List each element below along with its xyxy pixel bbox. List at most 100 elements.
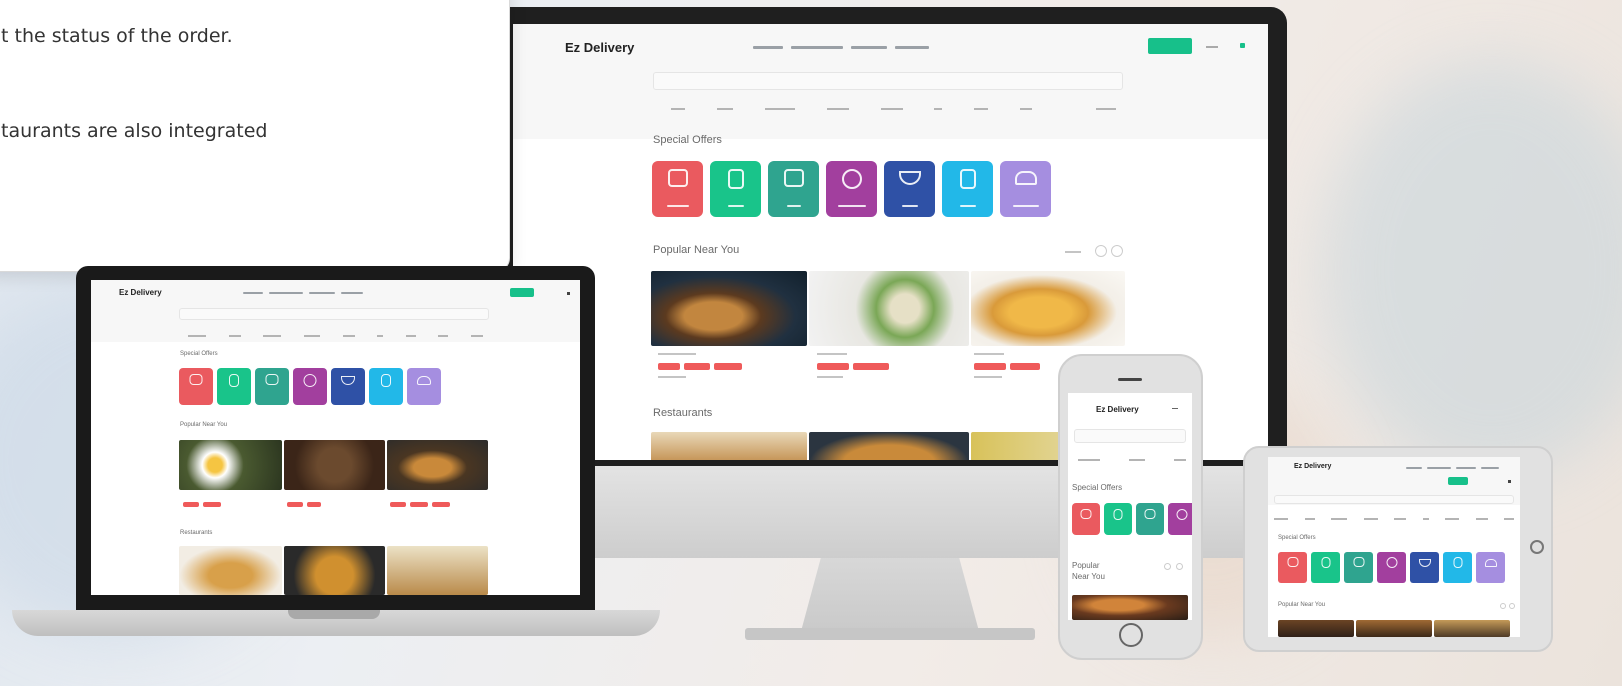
restaurant-image[interactable] <box>809 432 969 460</box>
next-arrow-icon[interactable] <box>1509 603 1515 609</box>
category-link[interactable] <box>1363 518 1378 520</box>
category-link[interactable] <box>377 335 384 337</box>
nav-link[interactable] <box>243 292 263 294</box>
tag-pill[interactable] <box>183 502 199 507</box>
food-image-stirfry[interactable] <box>284 440 385 490</box>
category-link[interactable] <box>1475 518 1488 520</box>
nav-link[interactable] <box>341 292 363 294</box>
tag-pill[interactable] <box>684 363 710 370</box>
offer-tile-drinks[interactable] <box>369 368 403 405</box>
category-link[interactable] <box>1394 518 1406 520</box>
category-link[interactable] <box>1129 459 1145 461</box>
tag-pill[interactable] <box>714 363 742 370</box>
offer-tile-deals[interactable] <box>768 161 819 217</box>
nav-link[interactable] <box>1481 467 1499 469</box>
tag-pill[interactable] <box>287 502 303 507</box>
prev-arrow-icon[interactable] <box>1500 603 1506 609</box>
cart-icon[interactable] <box>1508 480 1511 483</box>
restaurant-image[interactable] <box>651 432 807 460</box>
food-image[interactable] <box>1278 620 1354 637</box>
tag-pill[interactable] <box>410 502 428 507</box>
category-link[interactable] <box>880 108 903 110</box>
food-image[interactable] <box>1072 595 1188 620</box>
category-link[interactable] <box>1174 459 1186 461</box>
offer-tile-lunch[interactable] <box>1410 552 1439 583</box>
nav-link[interactable] <box>851 46 887 49</box>
next-arrow-icon[interactable] <box>1111 245 1123 257</box>
category-link[interactable] <box>1331 518 1347 520</box>
offer-tile-lunch[interactable] <box>884 161 935 217</box>
tag-pill[interactable] <box>432 502 450 507</box>
offer-tile-breakfast[interactable] <box>826 161 877 217</box>
offer-tile-deals[interactable] <box>1136 503 1164 535</box>
food-image-fries[interactable] <box>971 271 1125 346</box>
nav-link[interactable] <box>753 46 783 49</box>
offer-tile-deals[interactable] <box>255 368 289 405</box>
nav-link[interactable] <box>1427 467 1451 469</box>
cart-icon[interactable] <box>567 292 570 295</box>
nav-link[interactable] <box>309 292 335 294</box>
brand-logo[interactable]: Ez Delivery <box>119 288 162 297</box>
offer-tile-breakfast[interactable] <box>1377 552 1406 583</box>
offer-tile-breakfast[interactable] <box>293 368 327 405</box>
category-link[interactable] <box>1020 108 1033 110</box>
signin-button[interactable] <box>1448 477 1468 485</box>
category-link[interactable] <box>342 335 355 337</box>
food-image[interactable] <box>1356 620 1432 637</box>
offer-tile-lunch[interactable] <box>331 368 365 405</box>
tag-pill[interactable] <box>390 502 406 507</box>
menu-icon[interactable] <box>1172 408 1178 409</box>
food-image-salad[interactable] <box>809 271 969 346</box>
brand-logo[interactable]: Ez Delivery <box>565 40 634 55</box>
category-link[interactable] <box>188 335 206 337</box>
next-arrow-icon[interactable] <box>1176 563 1183 570</box>
tag-pill[interactable] <box>817 363 849 370</box>
category-link[interactable] <box>1445 518 1459 520</box>
search-input[interactable] <box>1074 429 1186 443</box>
prev-arrow-icon[interactable] <box>1164 563 1171 570</box>
offer-tile-delivery[interactable] <box>652 161 703 217</box>
offer-tile-delivery[interactable] <box>1072 503 1100 535</box>
category-link[interactable] <box>471 335 483 337</box>
tag-pill[interactable] <box>307 502 321 507</box>
signin-button[interactable] <box>1148 38 1192 54</box>
tag-pill[interactable] <box>203 502 221 507</box>
offer-tile-pickup[interactable] <box>1104 503 1132 535</box>
offer-tile-fastfood[interactable] <box>1000 161 1051 217</box>
offer-tile-deals[interactable] <box>1344 552 1373 583</box>
cart-icon[interactable] <box>1240 43 1245 48</box>
signin-button[interactable] <box>510 288 534 297</box>
tag-pill[interactable] <box>1010 363 1040 370</box>
category-link[interactable] <box>263 335 282 337</box>
restaurant-image[interactable] <box>284 546 385 595</box>
category-link[interactable] <box>1304 518 1315 520</box>
phone-home-button[interactable] <box>1119 623 1143 647</box>
prev-arrow-icon[interactable] <box>1095 245 1107 257</box>
offer-tile-pickup[interactable] <box>217 368 251 405</box>
category-link[interactable] <box>1078 459 1100 461</box>
food-image-eggs[interactable] <box>179 440 282 490</box>
restaurant-image[interactable] <box>387 546 488 595</box>
offer-tile-drinks[interactable] <box>942 161 993 217</box>
offer-tile-fastfood[interactable] <box>1476 552 1505 583</box>
category-link[interactable] <box>228 335 241 337</box>
category-link[interactable] <box>826 108 849 110</box>
tag-pill[interactable] <box>974 363 1006 370</box>
offer-tile-drinks[interactable] <box>1443 552 1472 583</box>
category-link[interactable] <box>716 108 733 110</box>
category-link[interactable] <box>303 335 320 337</box>
search-input[interactable] <box>179 308 489 320</box>
category-link[interactable] <box>934 108 943 110</box>
category-link[interactable] <box>438 335 449 337</box>
category-link[interactable] <box>1422 518 1429 520</box>
search-input[interactable] <box>1274 495 1514 504</box>
offer-tile-pickup[interactable] <box>710 161 761 217</box>
view-all-link[interactable] <box>1065 251 1081 253</box>
tag-pill[interactable] <box>853 363 889 370</box>
login-link[interactable] <box>1206 46 1218 48</box>
tag-pill[interactable] <box>658 363 680 370</box>
brand-logo[interactable]: Ez Delivery <box>1096 405 1139 414</box>
category-link[interactable] <box>1274 518 1288 520</box>
brand-logo[interactable]: Ez Delivery <box>1294 463 1331 470</box>
restaurant-image[interactable] <box>179 546 282 595</box>
